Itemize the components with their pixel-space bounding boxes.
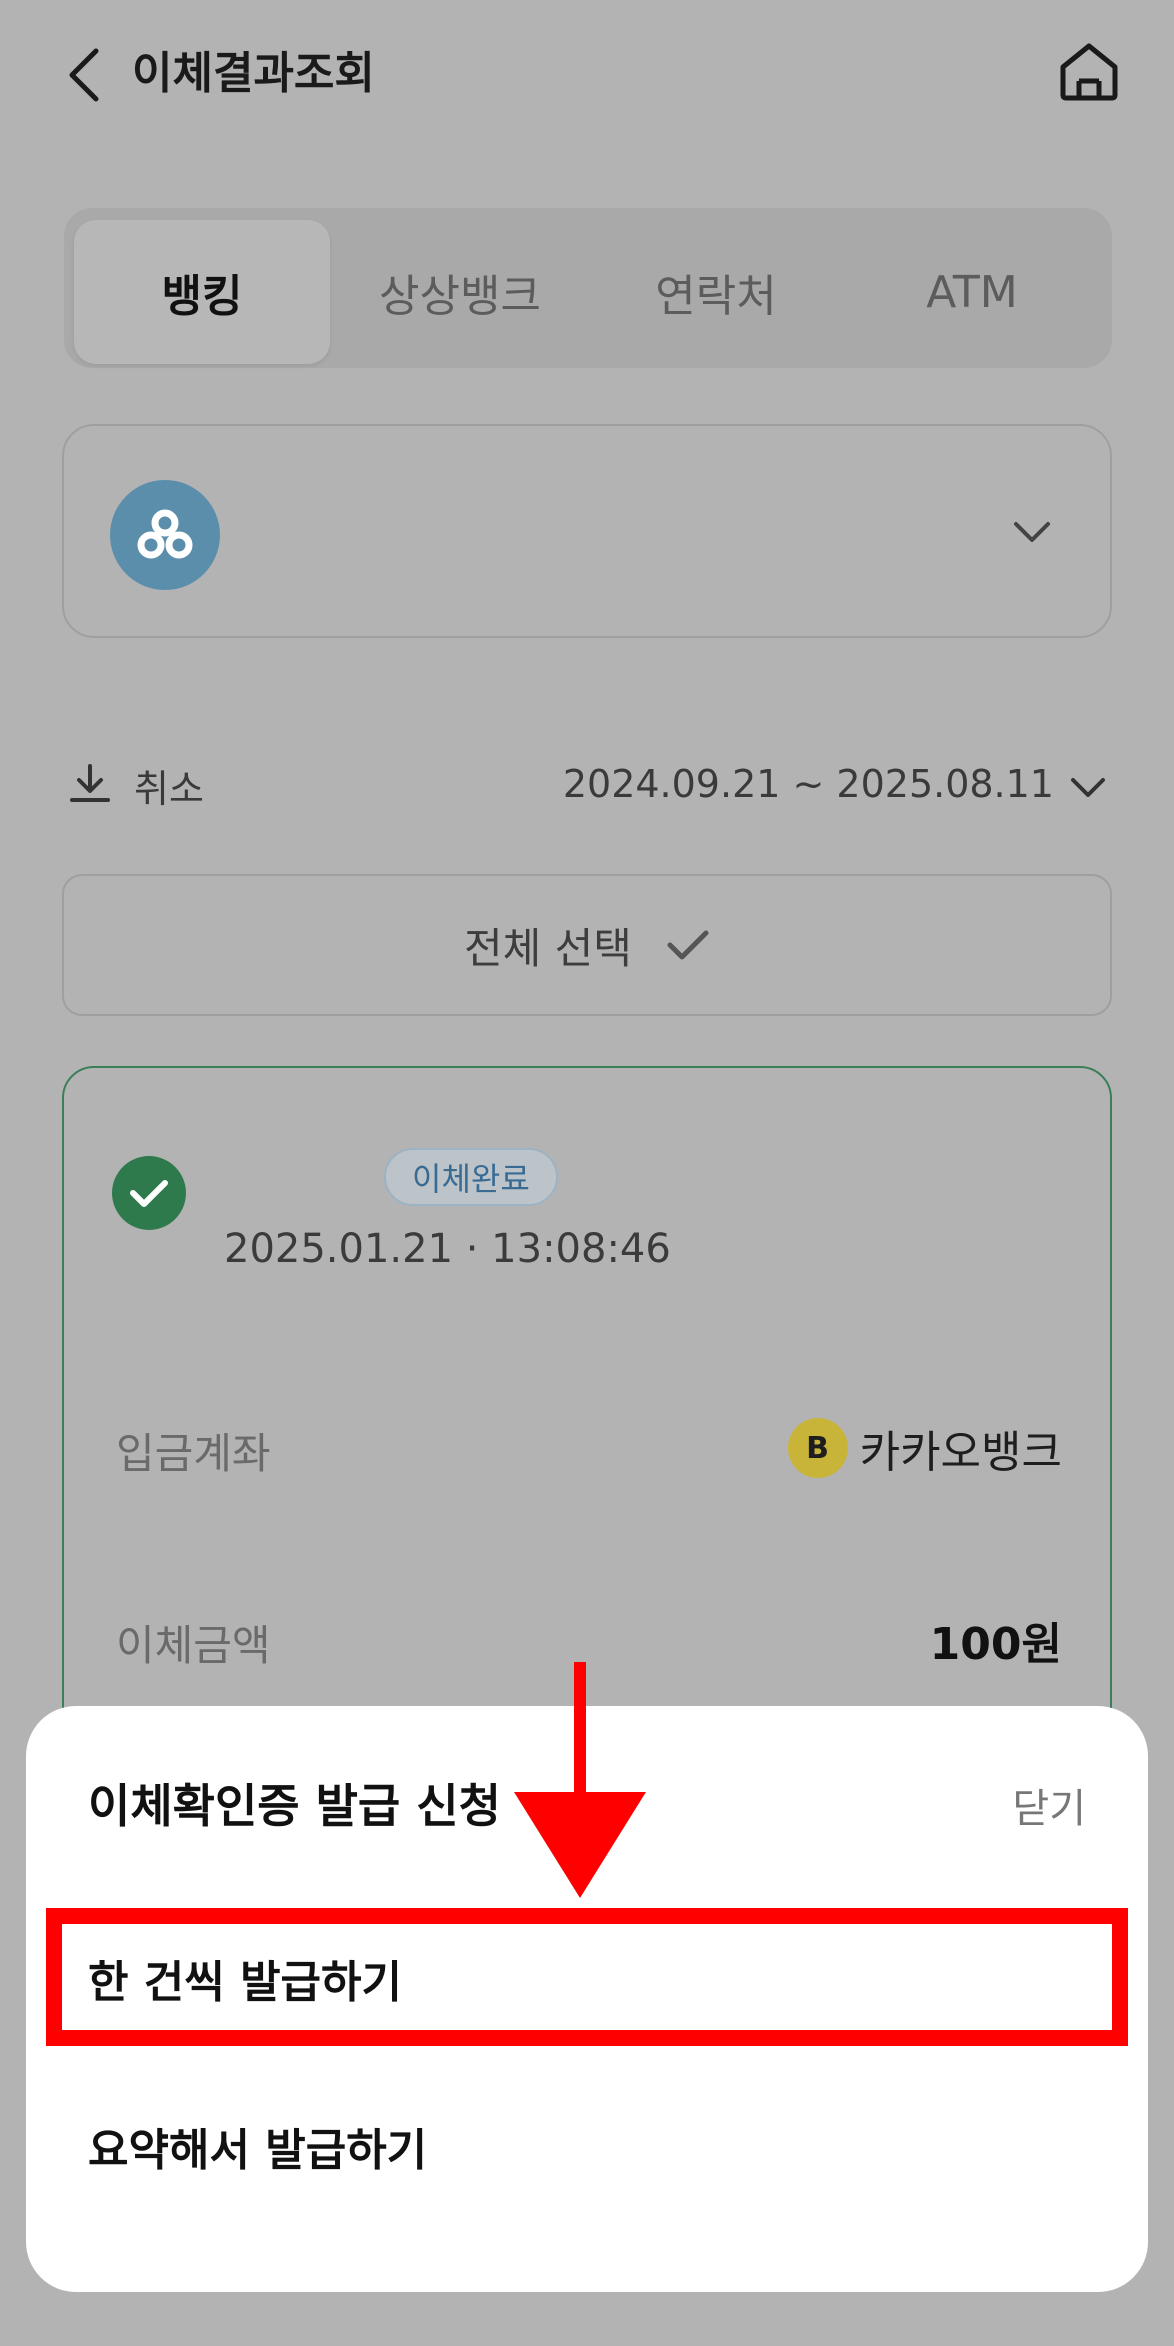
date-range[interactable]: 2024.09.21 ~ 2025.08.11 bbox=[563, 762, 1054, 806]
download-icon[interactable] bbox=[68, 762, 112, 806]
select-all-button[interactable]: 전체 선택 bbox=[62, 874, 1112, 1016]
back-button[interactable] bbox=[56, 40, 112, 110]
transfer-amount-label: 이체금액 bbox=[116, 1621, 271, 1670]
bank-name: 카카오뱅크 bbox=[859, 1427, 1062, 1478]
tab-contacts[interactable]: 연락처 bbox=[588, 220, 844, 364]
highlight-box bbox=[46, 1908, 1128, 2046]
issue-summary-option[interactable]: 요약해서 발급하기 bbox=[26, 2086, 1148, 2206]
page-title: 이체결과조회 bbox=[132, 48, 375, 99]
arrow-down-icon bbox=[514, 1662, 646, 1898]
cancel-button[interactable]: 취소 bbox=[134, 758, 204, 813]
deposit-bank: B 카카오뱅크 bbox=[787, 1416, 1062, 1480]
select-all-label: 전체 선택 bbox=[464, 923, 632, 973]
check-circle-icon[interactable] bbox=[112, 1156, 186, 1230]
chevron-down-icon bbox=[1010, 510, 1054, 554]
status-badge: 이체완료 bbox=[384, 1148, 558, 1206]
close-button[interactable]: 닫기 bbox=[1012, 1776, 1086, 1834]
filter-row: 취소 2024.09.21 ~ 2025.08.11 bbox=[62, 750, 1112, 824]
screen: 이체결과조회 뱅킹 상상뱅크 연락처 ATM 취소 2024.09.21 ~ 2… bbox=[0, 0, 1174, 2346]
bank-logo-icon bbox=[110, 480, 220, 590]
tab-atm[interactable]: ATM bbox=[844, 220, 1100, 364]
chevron-down-icon[interactable] bbox=[1068, 768, 1108, 808]
chevron-left-icon bbox=[69, 48, 99, 102]
transaction-card[interactable]: 이체완료 2025.01.21 · 13:08:46 입금계좌 B 카카오뱅크 … bbox=[62, 1066, 1112, 1766]
transfer-amount: 100원 bbox=[929, 1619, 1062, 1670]
check-icon bbox=[667, 930, 709, 960]
tab-sangsang-bank[interactable]: 상상뱅크 bbox=[332, 220, 588, 364]
deposit-account-label: 입금계좌 bbox=[116, 1429, 271, 1478]
header: 이체결과조회 bbox=[0, 0, 1174, 150]
home-button[interactable] bbox=[1054, 36, 1124, 106]
home-icon bbox=[1060, 43, 1118, 101]
account-selector[interactable] bbox=[62, 424, 1112, 638]
tab-bar: 뱅킹 상상뱅크 연락처 ATM bbox=[64, 208, 1112, 368]
tab-banking[interactable]: 뱅킹 bbox=[74, 220, 330, 364]
sheet-title: 이체확인증 발급 신청 bbox=[88, 1779, 501, 1833]
kakaobank-logo-icon: B bbox=[787, 1418, 848, 1478]
transaction-datetime: 2025.01.21 · 13:08:46 bbox=[224, 1226, 671, 1272]
